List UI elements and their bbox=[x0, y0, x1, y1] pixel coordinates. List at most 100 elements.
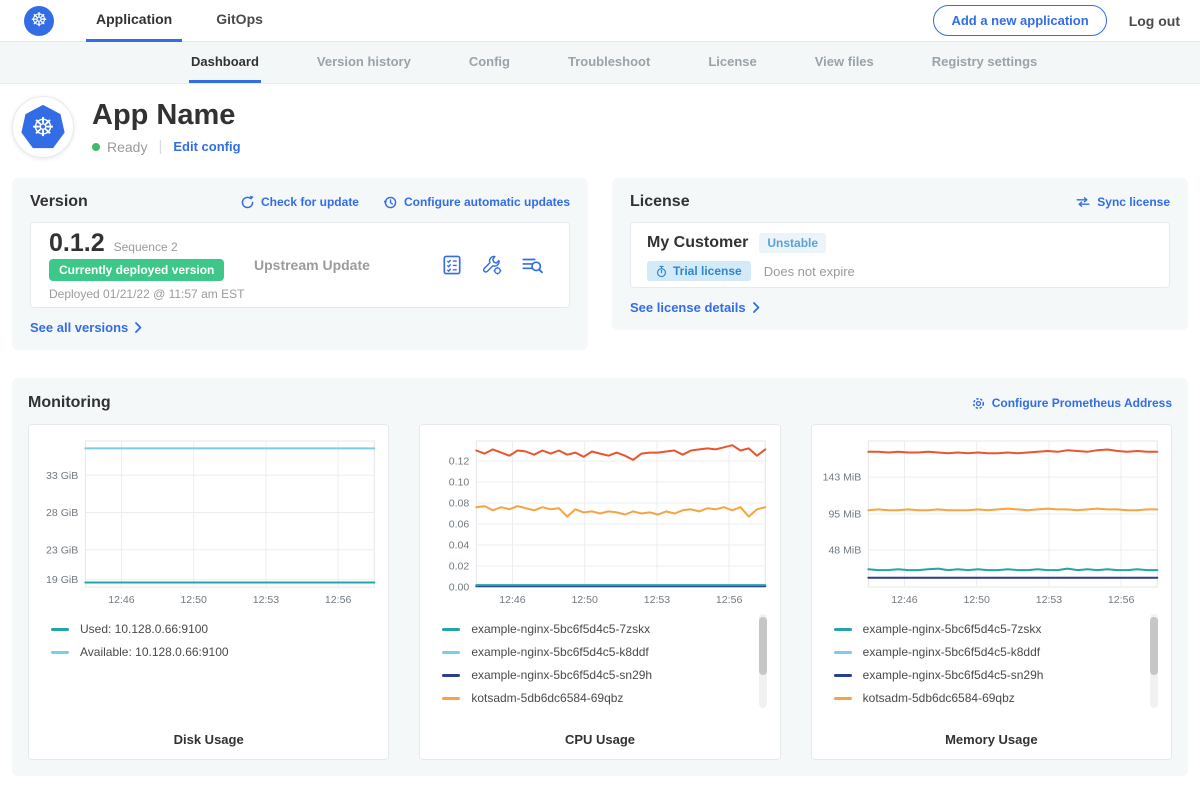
legend-scrollbar[interactable] bbox=[759, 614, 767, 708]
see-license-details-link[interactable]: See license details bbox=[630, 300, 760, 315]
sync-license-label: Sync license bbox=[1097, 195, 1170, 209]
see-all-versions-label: See all versions bbox=[30, 320, 128, 335]
legend-label: kotsadm-5db6dc6584-69qbz bbox=[471, 691, 623, 705]
legend-item[interactable]: example-nginx-5bc6f5d4c5-sn29h bbox=[834, 668, 1145, 682]
legend-item[interactable]: example-nginx-5bc6f5d4c5-k8ddf bbox=[834, 645, 1145, 659]
tab-dashboard[interactable]: Dashboard bbox=[189, 42, 261, 83]
legend-item[interactable]: Used: 10.128.0.66:9100 bbox=[51, 622, 362, 636]
tab-config[interactable]: Config bbox=[467, 42, 512, 83]
legend-scrollbar[interactable] bbox=[1150, 614, 1158, 708]
check-for-update-link[interactable]: Check for update bbox=[240, 195, 359, 210]
stopwatch-icon bbox=[656, 265, 667, 278]
svg-text:0.08: 0.08 bbox=[449, 498, 470, 510]
svg-text:12:46: 12:46 bbox=[891, 594, 918, 606]
logout-button[interactable]: Log out bbox=[1129, 13, 1180, 29]
deployed-timestamp: Deployed 01/21/22 @ 11:57 am EST bbox=[49, 287, 254, 301]
add-application-button[interactable]: Add a new application bbox=[933, 5, 1106, 36]
top-nav: ☸ Application GitOps Add a new applicati… bbox=[0, 0, 1200, 42]
configure-automatic-updates-label: Configure automatic updates bbox=[404, 195, 570, 209]
chart-title: Memory Usage bbox=[818, 728, 1165, 753]
ready-status-dot bbox=[92, 143, 100, 151]
legend-swatch bbox=[51, 651, 69, 654]
version-sequence: Sequence 2 bbox=[114, 240, 178, 254]
configure-automatic-updates-link[interactable]: Configure automatic updates bbox=[383, 195, 570, 210]
chart-legend: Used: 10.128.0.66:9100 Available: 10.128.… bbox=[35, 611, 382, 728]
svg-text:0.06: 0.06 bbox=[449, 519, 470, 531]
tab-registry-settings[interactable]: Registry settings bbox=[930, 42, 1039, 83]
disk-usage-chart-card: 33 GiB28 GiB23 GiB19 GiB12:4612:5012:531… bbox=[28, 424, 389, 760]
edit-config-link[interactable]: Edit config bbox=[173, 139, 240, 154]
configure-prometheus-label: Configure Prometheus Address bbox=[992, 396, 1172, 410]
license-summary-row: My Customer Unstable Trial license Does … bbox=[630, 222, 1170, 288]
legend-label: example-nginx-5bc6f5d4c5-k8ddf bbox=[863, 645, 1040, 659]
legend-swatch bbox=[442, 674, 460, 677]
configure-prometheus-link[interactable]: Configure Prometheus Address bbox=[971, 396, 1172, 411]
svg-text:12:53: 12:53 bbox=[644, 594, 671, 606]
legend-item[interactable]: example-nginx-5bc6f5d4c5-7zskx bbox=[834, 622, 1145, 636]
svg-text:12:56: 12:56 bbox=[325, 594, 352, 606]
see-license-details-label: See license details bbox=[630, 300, 746, 315]
tab-license[interactable]: License bbox=[706, 42, 758, 83]
chart-title: Disk Usage bbox=[35, 728, 382, 753]
kubernetes-wheel-glyph: ☸ bbox=[31, 112, 54, 143]
svg-text:19 GiB: 19 GiB bbox=[46, 574, 78, 586]
svg-text:33 GiB: 33 GiB bbox=[46, 470, 78, 482]
legend-swatch bbox=[442, 697, 460, 700]
legend-label: example-nginx-5bc6f5d4c5-sn29h bbox=[863, 668, 1044, 682]
svg-text:12:46: 12:46 bbox=[108, 594, 135, 606]
legend-item[interactable]: example-nginx-5bc6f5d4c5-sn29h bbox=[442, 668, 753, 682]
tab-version-history[interactable]: Version history bbox=[315, 42, 413, 83]
tab-registry-settings-label: Registry settings bbox=[932, 54, 1037, 69]
tab-application-label: Application bbox=[96, 11, 172, 27]
tab-dashboard-label: Dashboard bbox=[191, 54, 259, 69]
chart-title: CPU Usage bbox=[426, 728, 773, 753]
monitoring-title: Monitoring bbox=[28, 394, 111, 412]
legend-label: Available: 10.128.0.66:9100 bbox=[80, 645, 229, 659]
svg-text:0.10: 0.10 bbox=[449, 477, 470, 489]
see-all-versions-link[interactable]: See all versions bbox=[30, 320, 142, 335]
svg-text:12:56: 12:56 bbox=[716, 594, 743, 606]
legend-label: Used: 10.128.0.66:9100 bbox=[80, 622, 208, 636]
sync-license-link[interactable]: Sync license bbox=[1075, 195, 1170, 209]
tab-gitops[interactable]: GitOps bbox=[206, 0, 273, 42]
legend-scrollbar-thumb[interactable] bbox=[1150, 617, 1158, 675]
memory-usage-chart: 143 MiB95 MiB48 MiB12:4612:5012:5312:56 bbox=[818, 433, 1165, 611]
summary-cards-row: Version Check for update Configure autom… bbox=[12, 178, 1188, 350]
app-logo: ☸ bbox=[12, 96, 74, 158]
trial-license-badge: Trial license bbox=[647, 261, 751, 281]
config-wrench-icon[interactable] bbox=[481, 254, 503, 276]
chart-legend: example-nginx-5bc6f5d4c5-7zskx example-ng… bbox=[818, 611, 1165, 728]
gear-icon bbox=[971, 396, 986, 411]
chart-legend: example-nginx-5bc6f5d4c5-7zskx example-ng… bbox=[426, 611, 773, 728]
version-card: Version Check for update Configure autom… bbox=[12, 178, 588, 350]
memory-usage-chart-card: 143 MiB95 MiB48 MiB12:4612:5012:5312:56 … bbox=[811, 424, 1172, 760]
legend-item[interactable]: example-nginx-5bc6f5d4c5-7zskx bbox=[442, 622, 753, 636]
legend-scrollbar-thumb[interactable] bbox=[759, 617, 767, 675]
sync-arrows-icon bbox=[1075, 196, 1091, 208]
tab-version-history-label: Version history bbox=[317, 54, 411, 69]
legend-item[interactable]: Available: 10.128.0.66:9100 bbox=[51, 645, 362, 659]
chevron-right-icon bbox=[753, 302, 760, 313]
tab-gitops-label: GitOps bbox=[216, 11, 263, 27]
charts-row: 33 GiB28 GiB23 GiB19 GiB12:4612:5012:531… bbox=[28, 424, 1172, 760]
tab-license-label: License bbox=[708, 54, 756, 69]
tab-view-files[interactable]: View files bbox=[813, 42, 876, 83]
legend-item[interactable]: kotsadm-5db6dc6584-69qbz bbox=[834, 691, 1145, 705]
legend-item[interactable]: example-nginx-5bc6f5d4c5-k8ddf bbox=[442, 645, 753, 659]
svg-text:12:46: 12:46 bbox=[500, 594, 527, 606]
license-card: License Sync license My Customer Unstabl… bbox=[612, 178, 1188, 330]
svg-text:0.00: 0.00 bbox=[449, 582, 470, 594]
svg-text:48 MiB: 48 MiB bbox=[828, 545, 861, 557]
tab-application[interactable]: Application bbox=[86, 0, 182, 42]
version-card-title: Version bbox=[30, 193, 88, 211]
tab-config-label: Config bbox=[469, 54, 510, 69]
release-notes-icon[interactable] bbox=[441, 254, 463, 276]
svg-text:28 GiB: 28 GiB bbox=[46, 507, 78, 519]
tab-troubleshoot[interactable]: Troubleshoot bbox=[566, 42, 652, 83]
customer-name: My Customer bbox=[647, 234, 748, 252]
trial-license-label: Trial license bbox=[673, 264, 742, 278]
view-logs-icon[interactable] bbox=[521, 254, 543, 276]
legend-item[interactable]: kotsadm-5db6dc6584-69qbz bbox=[442, 691, 753, 705]
disk-usage-chart: 33 GiB28 GiB23 GiB19 GiB12:4612:5012:531… bbox=[35, 433, 382, 611]
legend-label: example-nginx-5bc6f5d4c5-sn29h bbox=[471, 668, 652, 682]
